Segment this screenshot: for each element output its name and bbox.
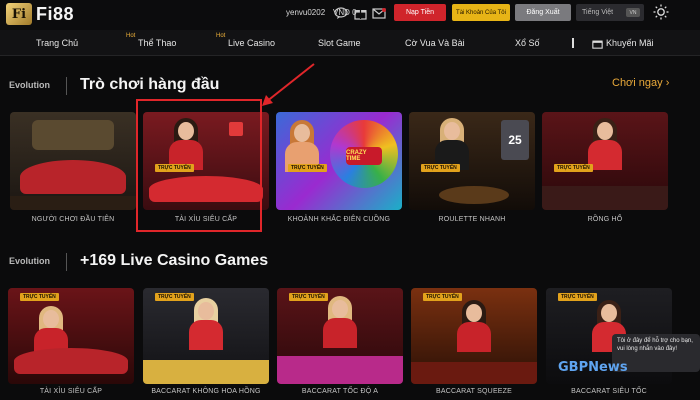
gift-icon[interactable]	[352, 5, 368, 21]
live-badge: TRỰC TUYẾN	[558, 293, 597, 301]
logo-mark: Fi	[6, 3, 32, 25]
section-title-live-casino: +169 Live Casino Games	[80, 252, 269, 269]
game-card-first-person[interactable]	[10, 112, 136, 210]
play-now-link[interactable]: Chơi ngay ›	[612, 77, 669, 89]
my-account-button[interactable]: Tài Khoản Của Tôi	[452, 4, 510, 21]
game-caption: TÀI XỈU SIÊU CẤP	[39, 388, 103, 395]
live-badge: TRỰC TUYẾN	[289, 293, 328, 301]
annotation-arrow	[262, 63, 315, 106]
main-nav: Trang Chủ Hot Thể Thao Hot Live Casino S…	[0, 30, 700, 56]
game-caption: BACCARAT TỐC ĐỘ A	[301, 388, 379, 395]
game-caption: BACCARAT SIÊU TỐC	[571, 388, 647, 395]
game-card-baccarat-squeeze[interactable]: TRỰC TUYẾN	[411, 288, 537, 384]
game-card-crazy-time[interactable]: CRAZY TIME TRỰC TUYẾN	[276, 112, 402, 210]
sun-icon[interactable]	[652, 3, 670, 21]
nav-divider	[572, 38, 574, 48]
live-badge: TRỰC TUYẾN	[20, 293, 59, 301]
logout-button[interactable]: Đăng Xuất	[515, 4, 571, 21]
annotation-highlight-box	[136, 99, 262, 232]
language-label: Tiếng Việt	[582, 9, 614, 16]
language-select[interactable]: Tiếng Việt VN	[576, 4, 644, 21]
chevron-right-icon: ›	[665, 77, 670, 89]
provider-label: Evolution	[9, 80, 50, 90]
game-caption: BACCARAT KHÔNG HOA HỒNG	[151, 388, 261, 395]
nav-sports[interactable]: Thể Thao	[138, 38, 176, 48]
game-caption: BACCARAT SQUEEZE	[435, 388, 513, 395]
gift-icon	[592, 36, 603, 54]
game-caption: ROULETTE NHANH	[438, 216, 506, 223]
live-badge: TRỰC TUYẾN	[288, 164, 327, 172]
game-card-dragon-tiger[interactable]: TRỰC TUYẾN	[542, 112, 668, 210]
live-badge: TRỰC TUYẾN	[155, 293, 194, 301]
game-card-super-sic-bo-live[interactable]: TRỰC TUYẾN	[8, 288, 134, 384]
nav-home[interactable]: Trang Chủ	[36, 38, 78, 48]
nav-card-games[interactable]: Cờ Vua Và Bài	[405, 38, 465, 48]
section-divider	[66, 253, 67, 271]
play-now-label: Chơi ngay	[612, 77, 663, 89]
game-card-speed-baccarat-a[interactable]: TRỰC TUYẾN	[277, 288, 403, 384]
username: yenvu0202	[286, 8, 326, 17]
hot-tag: Hot	[126, 33, 136, 39]
deposit-button[interactable]: Nạp Tiền	[394, 4, 446, 21]
game-caption: KHOẢNH KHẮC ĐIÊN CUỒNG	[287, 216, 391, 223]
nav-lottery[interactable]: Xổ Số	[515, 38, 540, 48]
section-title-top-games: Trò chơi hàng đầu	[80, 76, 220, 93]
nav-slot-game[interactable]: Slot Game	[318, 38, 361, 48]
live-badge: TRỰC TUYẾN	[554, 164, 593, 172]
section-divider	[66, 77, 67, 95]
nav-promotions[interactable]: Khuyến Mãi	[606, 38, 654, 48]
live-badge: TRỰC TUYẾN	[423, 293, 462, 301]
live-badge: TRỰC TUYẾN	[421, 164, 460, 172]
logo-text: Fi88	[36, 3, 75, 24]
nav-live-casino[interactable]: Live Casino	[228, 38, 275, 48]
roulette-number: 25	[501, 120, 529, 160]
mail-icon[interactable]	[371, 5, 387, 21]
game-card-baccarat-no-commission[interactable]: TRỰC TUYẾN	[143, 288, 269, 384]
brand-logo[interactable]: Fi Fi88	[6, 3, 74, 25]
language-flag: VN	[626, 8, 640, 17]
chat-icon[interactable]	[333, 5, 349, 21]
game-card-speed-roulette[interactable]: 25 TRỰC TUYẾN	[409, 112, 535, 210]
hot-tag: Hot	[216, 33, 226, 39]
game-caption: NGƯỜI CHƠI ĐẦU TIÊN	[31, 216, 115, 223]
crazy-time-logo: CRAZY TIME	[346, 147, 382, 165]
watermark: GBPNews	[558, 360, 628, 375]
game-caption: RỒNG HỔ	[587, 216, 623, 223]
top-header: Fi Fi88 yenvu0202 VND 0 Nạp Tiền Tài Kho…	[0, 0, 700, 30]
provider-label: Evolution	[9, 256, 50, 266]
